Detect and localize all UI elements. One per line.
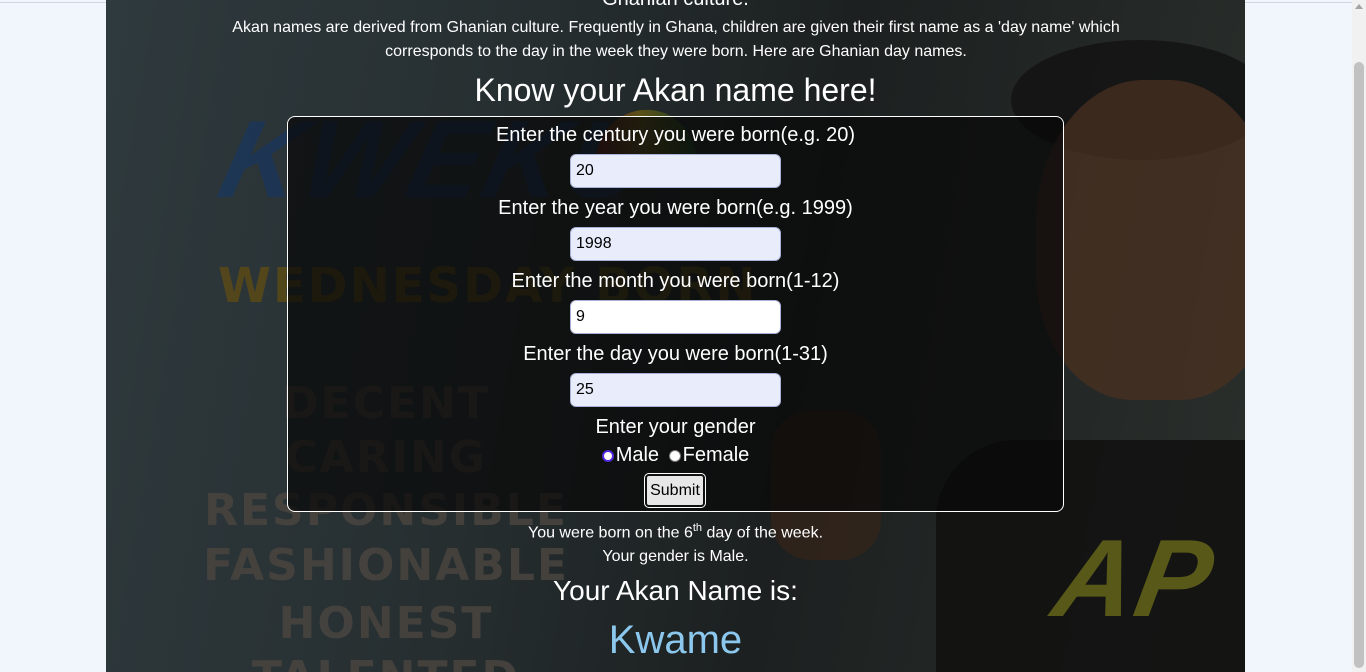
akan-name-label: Your Akan Name is: (553, 575, 798, 606)
page-title: Know your Akan name here! (474, 72, 877, 108)
male-radio-label[interactable]: Male (616, 444, 659, 466)
month-label: Enter the month you were born(1-12) (511, 270, 840, 292)
main-content: KWEKU WEDNESDAY BORN DECENT CARING RESPO… (106, 0, 1245, 672)
background-art-character (1036, 80, 1245, 400)
born-prefix: You were born on the (527, 524, 684, 542)
year-input[interactable] (570, 227, 781, 261)
day-input[interactable] (570, 373, 781, 407)
vertical-scrollbar[interactable] (1352, 0, 1366, 672)
month-input[interactable] (570, 300, 781, 334)
year-label: Enter the year you were born(e.g. 1999) (498, 197, 853, 219)
submit-button[interactable]: Submit (644, 473, 706, 508)
born-suffix: day of the week. (702, 524, 824, 542)
akan-form: Enter the century you were born(e.g. 20)… (287, 116, 1064, 512)
gender-options: Male Female (288, 443, 1063, 467)
born-day-result: You were born on the 6th day of the week… (106, 516, 1245, 545)
gender-result: Your gender is Male. (602, 548, 749, 565)
century-input[interactable] (570, 154, 781, 188)
akan-name-value: Kwame (608, 618, 743, 662)
gender-label: Enter your gender (595, 416, 756, 438)
century-label: Enter the century you were born(e.g. 20) (495, 124, 856, 146)
day-label: Enter the day you were born(1-31) (523, 343, 828, 365)
scroll-up-arrow-icon[interactable] (1355, 4, 1363, 9)
male-radio[interactable] (601, 450, 614, 462)
scrollbar-thumb[interactable] (1354, 62, 1364, 668)
intro-heading: Ghanian culture. (106, 0, 1245, 10)
born-day-number: 6 (683, 524, 693, 542)
intro-paragraph: Akan names are derived from Ghanian cult… (232, 19, 1120, 60)
female-radio-label[interactable]: Female (683, 444, 750, 466)
born-day-ordinal: th (692, 522, 703, 534)
female-radio[interactable] (668, 450, 681, 462)
